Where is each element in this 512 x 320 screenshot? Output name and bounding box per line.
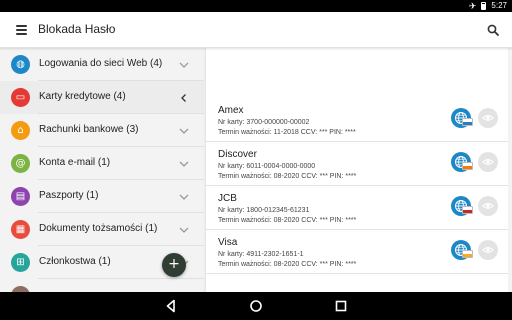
globe-icon: ◍ bbox=[11, 55, 30, 74]
back-icon[interactable] bbox=[163, 298, 179, 314]
status-icons: ✈ 5:27 bbox=[469, 0, 507, 12]
airplane-mode-icon: ✈ bbox=[468, 1, 477, 11]
category-label: Logowania do sieci Web (4) bbox=[39, 58, 163, 69]
card-number: Nr karty: 6011-0004-0000-0000 bbox=[218, 163, 316, 170]
category-item[interactable]: @ Konta e-mail (1) bbox=[0, 147, 204, 180]
category-item[interactable]: ▦ Dokumenty tożsamości (1) bbox=[0, 213, 204, 246]
card-brand-icon bbox=[462, 250, 473, 258]
home-icon[interactable] bbox=[248, 298, 264, 314]
chevron-down-icon[interactable] bbox=[179, 225, 189, 235]
show-password-icon[interactable] bbox=[478, 240, 498, 260]
show-password-icon[interactable] bbox=[478, 108, 498, 128]
credit-card-row[interactable]: Visa Nr karty: 4911-2302-1651-1 Termin waż… bbox=[206, 230, 508, 274]
card-name: Discover bbox=[218, 149, 257, 160]
battery-icon bbox=[481, 2, 487, 10]
category-label: Członkostwa (1) bbox=[39, 256, 111, 267]
bank-icon: ⌂ bbox=[11, 121, 30, 140]
chevron-left-icon[interactable] bbox=[179, 93, 189, 103]
category-label: Dokumenty tożsamości (1) bbox=[39, 223, 158, 234]
show-password-icon[interactable] bbox=[478, 152, 498, 172]
category-label: Karty kredytowe (4) bbox=[39, 91, 126, 102]
credit-card-row[interactable]: Amex Nr karty: 3700-000000-00002 Termin wa… bbox=[206, 98, 508, 142]
credit-card-icon: ▭ bbox=[11, 88, 30, 107]
card-brand-icon bbox=[462, 162, 473, 170]
category-label: Paszporty (1) bbox=[39, 190, 99, 201]
card-name: JCB bbox=[218, 193, 237, 204]
chevron-down-icon[interactable] bbox=[179, 192, 189, 202]
id-card-icon: ▦ bbox=[11, 220, 30, 239]
at-icon: @ bbox=[11, 154, 30, 173]
category-item[interactable]: ▤ Paszporty (1) bbox=[0, 180, 204, 213]
card-number: Nr karty: 4911-2302-1651-1 bbox=[218, 251, 304, 258]
category-label: Konta e-mail (1) bbox=[39, 157, 111, 168]
chevron-down-icon[interactable] bbox=[179, 126, 189, 136]
status-time: 5:27 bbox=[491, 1, 507, 10]
show-password-icon[interactable] bbox=[478, 196, 498, 216]
navigation-bar bbox=[0, 292, 512, 320]
chevron-down-icon[interactable] bbox=[179, 159, 189, 169]
card-details: Termin ważności: 08-2020 CCV: *** PIN: *… bbox=[218, 261, 357, 268]
category-item[interactable]: ▭ Karty kredytowe (4) bbox=[0, 81, 204, 114]
category-item[interactable] bbox=[0, 279, 204, 292]
category-item[interactable]: ◍ Logowania do sieci Web (4) bbox=[0, 48, 204, 81]
app-title: Blokada Hasło bbox=[38, 22, 116, 36]
card-number: Nr karty: 3700-000000-00002 bbox=[218, 119, 310, 126]
recent-apps-icon[interactable] bbox=[333, 298, 349, 314]
card-number: Nr karty: 1800-012345-61231 bbox=[218, 207, 310, 214]
card-brand-icon bbox=[462, 206, 473, 214]
card-details: Termin ważności: 08-2020 CCV: *** PIN: *… bbox=[218, 173, 357, 180]
app-bar: Blokada Hasło bbox=[0, 12, 512, 48]
card-details: Termin ważności: 08-2020 CCV: *** PIN: *… bbox=[218, 217, 357, 224]
credit-card-row[interactable]: JCB Nr karty: 1800-012345-61231 Termin waż… bbox=[206, 186, 508, 230]
detail-pane: Amex Nr karty: 3700-000000-00002 Termin wa… bbox=[206, 48, 512, 292]
card-brand-icon bbox=[462, 118, 473, 126]
card-details: Termin ważności: 11-2018 CCV: *** PIN: *… bbox=[218, 129, 356, 136]
search-icon[interactable] bbox=[487, 24, 499, 36]
screen: ✈ 5:27 Blokada Hasło ◍ Logowania do sieci… bbox=[0, 0, 512, 320]
passport-icon: ▤ bbox=[11, 187, 30, 206]
credit-card-list: Amex Nr karty: 3700-000000-00002 Termin wa… bbox=[206, 48, 508, 292]
hamburger-menu-icon[interactable] bbox=[16, 25, 27, 35]
cart-icon: ⊞ bbox=[11, 253, 30, 272]
card-name: Amex bbox=[218, 105, 244, 116]
category-item[interactable]: ⌂ Rachunki bankowe (3) bbox=[0, 114, 204, 147]
category-label: Rachunki bankowe (3) bbox=[39, 124, 139, 135]
chevron-down-icon[interactable] bbox=[179, 60, 189, 70]
status-bar: ✈ 5:27 bbox=[0, 0, 512, 12]
add-item-button[interactable]: + bbox=[162, 253, 186, 277]
card-name: Visa bbox=[218, 237, 238, 248]
credit-card-row[interactable]: Discover Nr karty: 6011-0004-0000-0000 Ter… bbox=[206, 142, 508, 186]
